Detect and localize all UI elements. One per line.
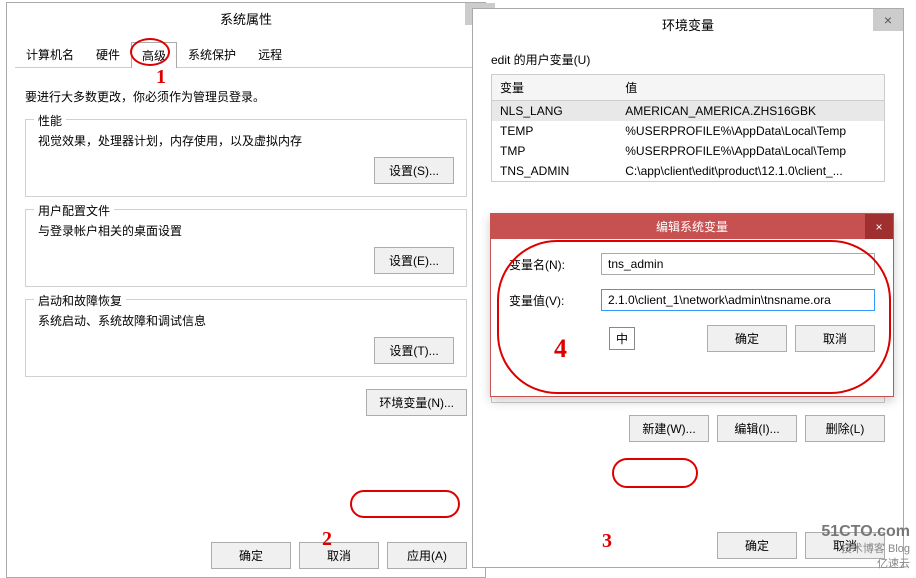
editvar-ok-button[interactable]: 确定 [707, 325, 787, 352]
editvar-title: 编辑系统变量 [656, 220, 728, 234]
sysprops-apply-button[interactable]: 应用(A) [387, 542, 467, 569]
startup-title: 启动和故障恢复 [34, 292, 126, 309]
varname-input[interactable] [601, 253, 875, 275]
sysprops-title-bar: 系统属性 × [7, 3, 485, 33]
close-icon[interactable]: × [873, 9, 903, 31]
envvars-ok-button[interactable]: 确定 [717, 532, 797, 559]
watermark: 51CTO.com 技术博客 Blog 亿速云 [821, 522, 910, 571]
edit-button[interactable]: 编辑(I)... [717, 415, 797, 442]
ime-indicator: 中 [609, 327, 635, 350]
perf-desc: 视觉效果，处理器计划，内存使用，以及虚拟内存 [38, 132, 454, 149]
perf-settings-button[interactable]: 设置(S)... [374, 157, 454, 184]
user-vars-table[interactable]: 变量 值 NLS_LANG AMERICAN_AMERICA.ZHS16GBK … [491, 74, 885, 182]
editvar-cancel-button[interactable]: 取消 [795, 325, 875, 352]
sysprops-content: 要进行大多数更改，你必须作为管理员登录。 性能 视觉效果，处理器计划，内存使用，… [7, 68, 485, 428]
sysprops-title: 系统属性 [220, 9, 272, 28]
sysprops-ok-button[interactable]: 确定 [211, 542, 291, 569]
userprof-title: 用户配置文件 [34, 202, 114, 219]
table-row[interactable]: TMP %USERPROFILE%\AppData\Local\Temp [492, 141, 885, 161]
col-val: 值 [617, 75, 884, 101]
editvar-title-bar: 编辑系统变量 × [491, 214, 893, 239]
envvar-button[interactable]: 环境变量(N)... [366, 389, 467, 416]
varvalue-label: 变量值(V): [509, 292, 589, 309]
tab-computername[interactable]: 计算机名 [15, 41, 85, 67]
userprof-group: 用户配置文件 与登录帐户相关的桌面设置 设置(E)... [25, 209, 467, 287]
userprof-desc: 与登录帐户相关的桌面设置 [38, 222, 454, 239]
tab-advanced[interactable]: 高级 [131, 42, 177, 68]
table-row[interactable]: NLS_LANG AMERICAN_AMERICA.ZHS16GBK [492, 101, 885, 122]
varvalue-row: 变量值(V): [509, 289, 875, 311]
system-properties-window: 系统属性 × 计算机名 硬件 高级 系统保护 远程 要进行大多数更改，你必须作为… [6, 2, 486, 578]
close-icon[interactable]: × [865, 214, 893, 239]
perf-group: 性能 视觉效果，处理器计划，内存使用，以及虚拟内存 设置(S)... [25, 119, 467, 197]
tab-hardware[interactable]: 硬件 [85, 41, 131, 67]
startup-settings-button[interactable]: 设置(T)... [374, 337, 454, 364]
envvars-title-bar: 环境变量 × [473, 9, 903, 39]
startup-group: 启动和故障恢复 系统启动、系统故障和调试信息 设置(T)... [25, 299, 467, 377]
userprof-settings-button[interactable]: 设置(E)... [374, 247, 454, 274]
varvalue-input[interactable] [601, 289, 875, 311]
user-section-label: edit 的用户变量(U) [491, 51, 885, 68]
table-row[interactable]: TEMP %USERPROFILE%\AppData\Local\Temp [492, 121, 885, 141]
envvars-title: 环境变量 [662, 15, 714, 34]
delete-button[interactable]: 删除(L) [805, 415, 885, 442]
varname-label: 变量名(N): [509, 256, 589, 273]
sysprops-tabs: 计算机名 硬件 高级 系统保护 远程 [15, 41, 477, 68]
admin-hint: 要进行大多数更改，你必须作为管理员登录。 [25, 88, 467, 105]
sysprops-bottom-buttons: 确定 取消 应用(A) [203, 534, 475, 577]
new-button[interactable]: 新建(W)... [629, 415, 709, 442]
sysprops-cancel-button[interactable]: 取消 [299, 542, 379, 569]
table-row[interactable]: TNS_ADMIN C:\app\client\edit\product\12.… [492, 161, 885, 182]
col-var: 变量 [492, 75, 618, 101]
startup-desc: 系统启动、系统故障和调试信息 [38, 312, 454, 329]
tab-systemprotection[interactable]: 系统保护 [177, 41, 247, 67]
edit-variable-dialog: 编辑系统变量 × 变量名(N): 变量值(V): 中 确定 取消 [490, 213, 894, 397]
varname-row: 变量名(N): [509, 253, 875, 275]
tab-remote[interactable]: 远程 [247, 41, 293, 67]
perf-title: 性能 [34, 112, 66, 129]
